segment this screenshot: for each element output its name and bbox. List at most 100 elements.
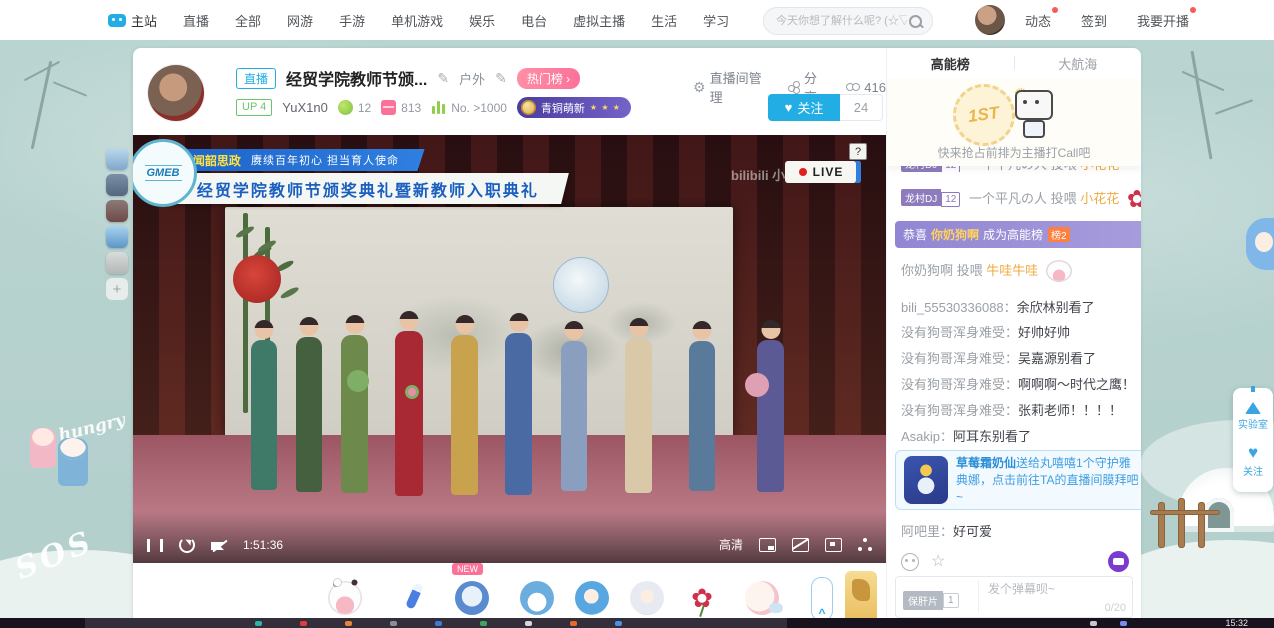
nav-item-go-live[interactable]: 我要开播 — [1137, 11, 1189, 30]
performer-figure — [296, 337, 322, 492]
rocket-emote[interactable] — [455, 581, 489, 615]
hamster-emote[interactable] — [745, 581, 779, 615]
edit-category-icon[interactable]: ✎ — [495, 70, 507, 87]
tab-rank[interactable]: 高能榜 — [887, 54, 1014, 73]
taskbar-app-icon[interactable] — [435, 621, 442, 626]
sticker-thumb[interactable] — [106, 226, 128, 248]
medal-stars: ★ ★ ★ — [590, 103, 621, 112]
live-room-card: 直播 经贸学院教师节颁... ✎ 户外 ✎ 热门榜 › ⚙ 直播间管理 分享 — [133, 48, 1140, 628]
danmaku-input-box[interactable]: 保肝片 1 0/20 — [895, 576, 1133, 618]
edit-title-icon[interactable]: ✎ — [437, 70, 449, 87]
chat-user[interactable]: Asakip — [901, 429, 940, 444]
chat-user[interactable]: 没有狗哥浑身难受 — [901, 351, 1005, 366]
streamer-name[interactable]: YuX1n0 — [282, 100, 328, 115]
guard-gift-notice[interactable]: 草莓霜奶仙送给丸嘻嘻1个守护雅典娜，点击前往TA的直播间膜拜吧~ — [895, 450, 1141, 510]
red-umbrella — [233, 255, 281, 303]
danmaku-toggle-button[interactable] — [792, 538, 809, 552]
glowstick-emote[interactable] — [398, 581, 432, 615]
nav-brand[interactable]: 主站 — [108, 11, 157, 30]
cheer-girl-emote[interactable] — [575, 581, 609, 615]
taskbar-app-icon[interactable] — [345, 621, 352, 626]
room-category[interactable]: 户外 — [459, 69, 485, 88]
room-manage-button[interactable]: ⚙ 直播间管理 — [693, 68, 770, 106]
chat-user[interactable]: 没有狗哥浑身难受 — [901, 403, 1005, 418]
sticker-thumb[interactable] — [106, 148, 128, 170]
nav-link-all[interactable]: 全部 — [235, 11, 261, 30]
nav-item-dynamic[interactable]: 动态 — [1025, 11, 1051, 30]
notice-sender: 草莓霜奶仙 — [956, 456, 1016, 470]
quick-sticker-strip: + — [106, 148, 130, 300]
taskbar-app-icon[interactable] — [390, 621, 397, 626]
nav-link-netgame[interactable]: 网游 — [287, 11, 313, 30]
search-input[interactable] — [774, 14, 909, 28]
stage-title-banner: 经贸学院教师节颁奖典礼暨新教师入职典礼 — [167, 173, 569, 204]
penguin-girl-emote[interactable] — [520, 581, 554, 615]
tab-fleet[interactable]: 大航海 — [1015, 54, 1142, 73]
lab-button[interactable]: 实验室 — [1238, 402, 1268, 431]
nav-link-radio[interactable]: 电台 — [521, 11, 547, 30]
refresh-button[interactable] — [179, 537, 195, 553]
video-player[interactable]: GMEB 闻韶思政 赓续百年初心 担当育人使命 经贸学院教师节颁奖典礼暨新教师入… — [133, 135, 886, 563]
taskbar-app-icon[interactable] — [615, 621, 622, 626]
new-badge: NEW — [452, 563, 483, 575]
chat-toolbar: ☆ — [887, 550, 1141, 576]
taskbar-app-icon[interactable] — [255, 621, 262, 626]
rose-emote[interactable]: ✿ — [685, 581, 719, 615]
taskbar-app-icon[interactable] — [480, 621, 487, 626]
danmaku-settings-icon[interactable]: ☆ — [931, 551, 945, 571]
nav-link-mobilegame[interactable]: 手游 — [339, 11, 365, 30]
live-indicator-text: LIVE — [813, 165, 844, 179]
taskbar-clock[interactable]: 15:32 — [1225, 618, 1248, 628]
rank-panel: 1ST ♛ 快来抢占前排为主播打Call吧 — [887, 78, 1141, 166]
user-avatar[interactable] — [975, 5, 1005, 35]
etiquette-badge-icon[interactable] — [1108, 551, 1129, 572]
rank-number-badge: 榜2 — [1048, 227, 1070, 242]
medal-selector[interactable]: 保肝片 1 — [903, 591, 959, 610]
side-follow-button[interactable]: ♥ 关注 — [1243, 444, 1263, 478]
muted-volume-button[interactable] — [211, 539, 227, 552]
streamer-avatar[interactable] — [148, 65, 204, 121]
effects-button[interactable] — [858, 538, 872, 551]
gift-sender[interactable]: 一个平凡の人 — [969, 191, 1047, 206]
fairy-girl-emote[interactable] — [630, 581, 664, 615]
congrats-user[interactable]: 你奶狗啊 — [931, 226, 979, 243]
windows-taskbar[interactable]: 15:32 — [0, 618, 1274, 628]
help-button[interactable]: ? — [849, 143, 867, 160]
search-icon[interactable] — [909, 15, 922, 28]
tray-icon[interactable] — [1090, 621, 1097, 626]
nav-link-entertainment[interactable]: 娱乐 — [469, 11, 495, 30]
taskbar-app-icon[interactable] — [570, 621, 577, 626]
sticker-thumb[interactable] — [106, 252, 128, 274]
pause-button[interactable] — [147, 539, 163, 552]
nav-link-study[interactable]: 学习 — [703, 11, 729, 30]
search-box[interactable] — [763, 7, 933, 35]
danmaku-input[interactable] — [986, 581, 1108, 597]
add-sticker-button[interactable]: + — [106, 278, 128, 300]
nav-link-life[interactable]: 生活 — [651, 11, 677, 30]
nav-link-pcgame[interactable]: 单机游戏 — [391, 11, 443, 30]
tray-icon[interactable] — [1120, 621, 1127, 626]
collapse-emote-bar-button[interactable]: ^ — [811, 577, 833, 621]
taskbar-app-icon[interactable] — [300, 621, 307, 626]
chat-message: 没有狗哥浑身难受：吴嘉源别看了 — [901, 348, 1129, 367]
fullscreen-button[interactable] — [825, 538, 842, 552]
chat-user[interactable]: 没有狗哥浑身难受 — [901, 325, 1005, 340]
nav-link-vtuber[interactable]: 虚拟主播 — [573, 11, 625, 30]
nav-item-checkin[interactable]: 签到 — [1081, 11, 1107, 30]
gift-sender[interactable]: 你奶狗啊 — [901, 263, 953, 278]
sticker-thumb[interactable] — [106, 200, 128, 222]
chat-user[interactable]: 没有狗哥浑身难受 — [901, 377, 1005, 392]
bilibili-live-page: hungry SOS 主站 直播 全部 网游 手游 单机游戏 娱乐 电台 虚 — [0, 0, 1274, 628]
fan-medal-pill[interactable]: 青铜萌新 ★ ★ ★ — [517, 97, 631, 118]
chat-user[interactable]: bili_55530336088 — [901, 300, 1004, 315]
follow-button[interactable]: ♥ 关注 — [768, 94, 840, 121]
pip-button[interactable] — [759, 538, 776, 552]
hot-rank-badge[interactable]: 热门榜 › — [517, 68, 580, 89]
taskbar-app-icon[interactable] — [525, 621, 532, 626]
sticker-thumb[interactable] — [106, 174, 128, 196]
nav-link-live[interactable]: 直播 — [183, 11, 209, 30]
chat-user[interactable]: 阿吧里 — [901, 524, 940, 539]
cow-emote[interactable] — [328, 581, 362, 615]
emoji-picker-icon[interactable] — [901, 553, 919, 571]
quality-button[interactable]: 高清 — [719, 536, 743, 553]
